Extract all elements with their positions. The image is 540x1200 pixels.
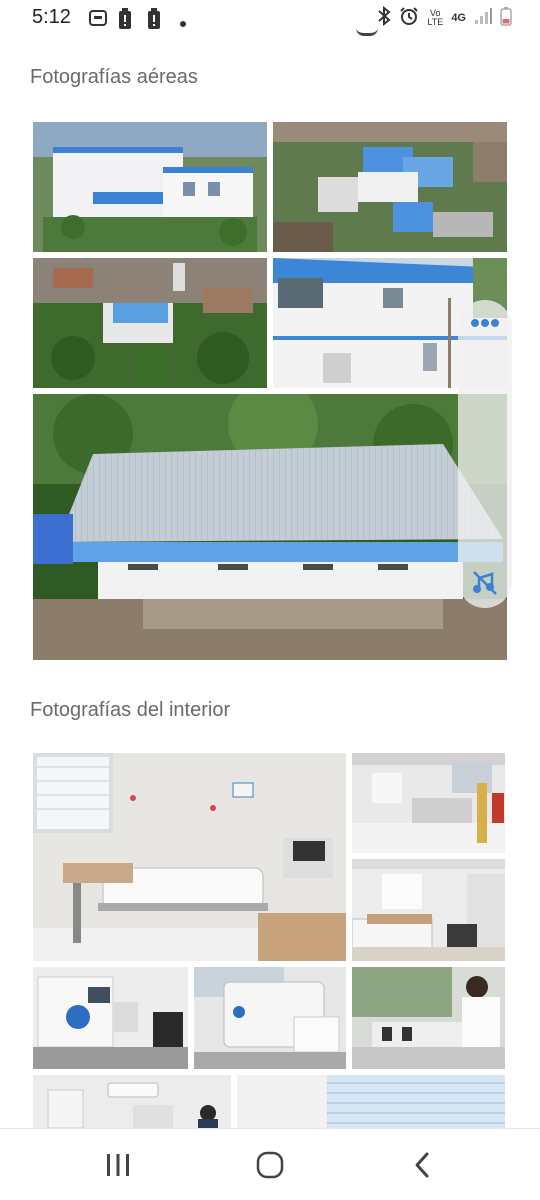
interior-photo-8[interactable] [237,1075,505,1128]
battery-icon [500,6,512,31]
battery-alert-icon [118,8,132,35]
interior-photo-7[interactable] [33,1075,231,1128]
bluetooth-icon [377,5,391,31]
volte-label: Vo LTE [427,8,444,27]
interior-photo-4[interactable] [33,967,188,1069]
status-bar: 5:12 Vo LTE 4G [0,0,540,36]
aerial-photo-3[interactable] [33,258,267,388]
status-right-group: Vo LTE 4G [377,5,512,31]
signal-icon [474,7,492,30]
more-dots-icon[interactable] [458,316,512,334]
aerial-photo-5[interactable] [33,394,507,660]
back-icon[interactable] [402,1147,442,1183]
aerial-photos-title: Fotografías aéreas [30,66,198,88]
network-label: 4G [451,12,466,24]
recents-icon[interactable] [98,1147,138,1183]
aerial-photo-1[interactable] [33,122,267,252]
mute-icon[interactable] [470,568,500,603]
home-icon[interactable] [250,1147,290,1183]
messages-icon [88,8,108,33]
interior-photo-2[interactable] [352,753,505,853]
interior-photo-1[interactable] [33,753,346,961]
edge-panel[interactable] [458,300,512,608]
battery-alert-icon [147,8,161,35]
interior-photo-3[interactable] [352,859,505,961]
status-time: 5:12 [32,6,71,28]
navigation-bar [0,1128,540,1200]
interior-photo-6[interactable] [352,967,505,1069]
alarm-icon [399,6,419,31]
aerial-photo-2[interactable] [273,122,507,252]
interior-photos-title: Fotografías del interior [30,699,231,721]
dot-icon [180,14,186,32]
interior-photo-5[interactable] [194,967,346,1069]
